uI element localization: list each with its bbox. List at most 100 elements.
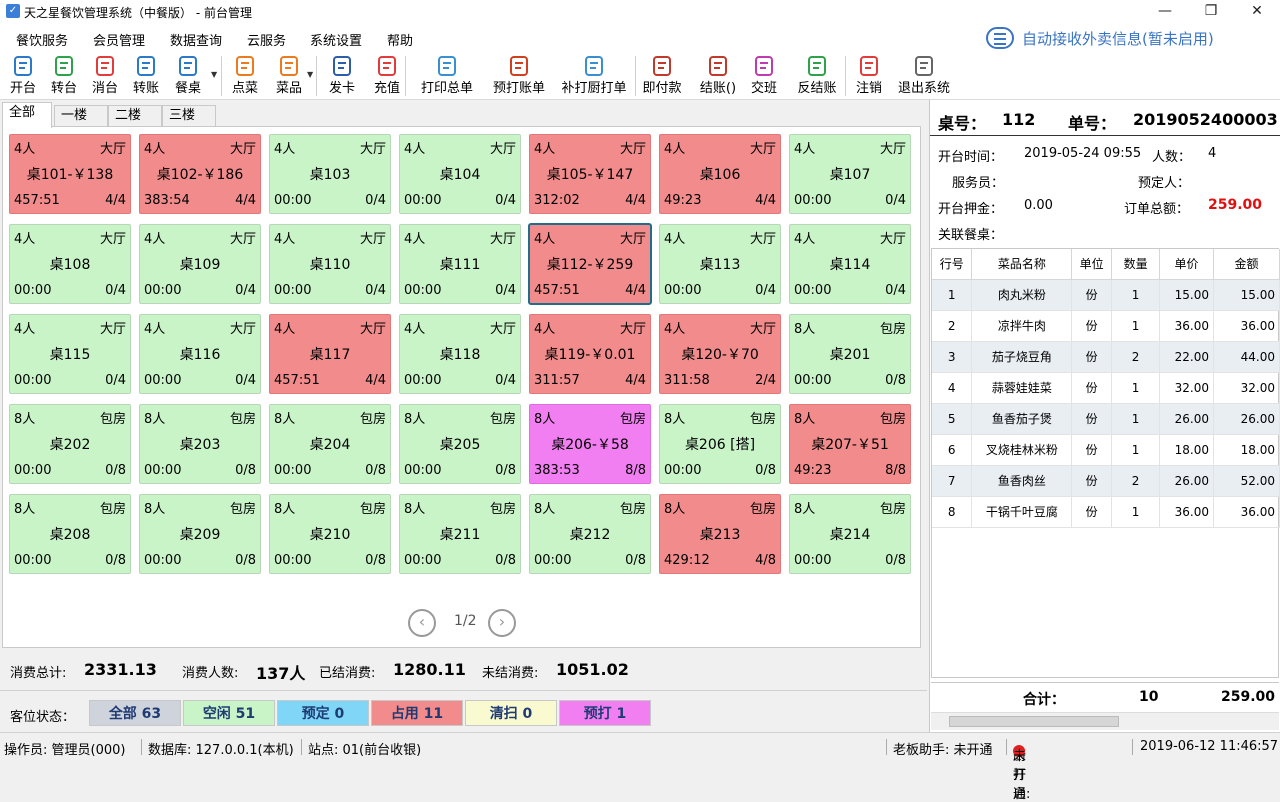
table-row[interactable]: 3 茄子烧豆角份 2 22.00 44.00 (932, 341, 1280, 373)
toolbar-button[interactable]: 餐桌 (168, 52, 208, 100)
horizontal-scrollbar[interactable] (931, 712, 1279, 730)
toolbar-button[interactable]: 注销 (850, 52, 888, 100)
table-card[interactable]: 4人 大厅 桌115 00:00 0/4 (9, 314, 131, 394)
menu-member[interactable]: 会员管理 (93, 30, 145, 49)
close-icon[interactable]: ✕ (1234, 0, 1280, 24)
table-card[interactable]: 4人 大厅 桌110 00:00 0/4 (269, 224, 391, 304)
toolbar-button[interactable]: 点菜 (226, 52, 264, 100)
tab-floor-1[interactable]: 一楼 (54, 105, 108, 127)
table-card[interactable]: 8人 包房 桌204 00:00 0/8 (269, 404, 391, 484)
status-filter-chip[interactable]: 清扫 0 (465, 700, 557, 726)
menu-help[interactable]: 帮助 (387, 30, 413, 49)
auto-receive-takeout[interactable]: 自动接收外卖信息(暂未启用) (986, 27, 1214, 49)
table-card[interactable]: 4人 大厅 桌111 00:00 0/4 (399, 224, 521, 304)
toolbar-button[interactable]: 开台 (4, 52, 42, 100)
table-occupancy: 4/8 (755, 553, 776, 568)
tab-floor-3[interactable]: 三楼 (162, 105, 216, 127)
table-card[interactable]: 4人 大厅 桌108 00:00 0/4 (9, 224, 131, 304)
table-card[interactable]: 4人 大厅 桌104 00:00 0/4 (399, 134, 521, 214)
toolbar-button[interactable]: 打印总单 (412, 52, 482, 100)
column-header[interactable]: 单位 (1071, 249, 1113, 280)
toolbar-button[interactable]: 退出系统 (889, 52, 959, 100)
column-header[interactable]: 金额 (1213, 249, 1280, 280)
toolbar-button[interactable]: 交班 (743, 52, 785, 100)
table-occupancy: 4/4 (235, 193, 256, 208)
scrollbar-thumb[interactable] (949, 716, 1119, 727)
next-page-icon[interactable]: › (488, 609, 516, 637)
table-occupancy: 4/4 (105, 193, 126, 208)
status-filter-chip[interactable]: 预打 1 (559, 700, 651, 726)
table-card[interactable]: 4人 大厅 桌103 00:00 0/4 (269, 134, 391, 214)
table-card[interactable]: 4人 大厅 桌107 00:00 0/4 (789, 134, 911, 214)
table-row[interactable]: 8 干锅千叶豆腐份 1 36.00 36.00 (932, 496, 1280, 528)
table-card[interactable]: 8人 包房 桌203 00:00 0/8 (139, 404, 261, 484)
table-card[interactable]: 8人 包房 桌210 00:00 0/8 (269, 494, 391, 574)
column-header[interactable]: 行号 (932, 249, 973, 280)
toolbar-button[interactable]: 转台 (45, 52, 83, 100)
toolbar-button[interactable]: 发卡 (322, 52, 362, 100)
toolbar-button[interactable]: 充值 (365, 52, 409, 100)
tables-dropdown-icon[interactable]: ▼ (211, 70, 217, 79)
table-row[interactable]: 2 凉拌牛肉份 1 36.00 36.00 (932, 310, 1280, 342)
table-cell: 蒜蓉娃娃菜 (971, 372, 1073, 404)
tab-floor-2[interactable]: 二楼 (108, 105, 162, 127)
table-occupancy: 4/4 (625, 283, 646, 298)
column-header[interactable]: 单价 (1159, 249, 1215, 280)
table-card[interactable]: 4人 大厅 桌120-￥70 311:58 2/4 (659, 314, 781, 394)
table-card[interactable]: 4人 大厅 桌102-￥186 383:54 4/4 (139, 134, 261, 214)
toolbar-button[interactable]: 反结账 (788, 52, 846, 100)
table-card[interactable]: 4人 大厅 桌119-￥0.01 311:57 4/4 (529, 314, 651, 394)
table-row[interactable]: 4 蒜蓉娃娃菜份 1 32.00 32.00 (932, 372, 1280, 404)
table-row[interactable]: 5 鱼香茄子煲份 1 26.00 26.00 (932, 403, 1280, 435)
table-card[interactable]: 8人 包房 桌208 00:00 0/8 (9, 494, 131, 574)
status-filter-chip[interactable]: 全部 63 (89, 700, 181, 726)
toolbar-button[interactable]: 结账() (694, 52, 742, 100)
toolbar-button[interactable]: 即付款 (635, 52, 689, 100)
minimize-icon[interactable]: — (1142, 0, 1188, 24)
toolbar-button[interactable]: 补打厨打单 (555, 52, 633, 100)
toolbar-button[interactable]: 消台 (86, 52, 124, 100)
restore-icon[interactable]: ❐ (1188, 0, 1234, 24)
table-card[interactable]: 4人 大厅 桌116 00:00 0/4 (139, 314, 261, 394)
table-card[interactable]: 8人 包房 桌206 [搭] 00:00 0/8 (659, 404, 781, 484)
table-card[interactable]: 8人 包房 桌209 00:00 0/8 (139, 494, 261, 574)
table-card[interactable]: 8人 包房 桌206-￥58 383:53 8/8 (529, 404, 651, 484)
table-card[interactable]: 4人 大厅 桌109 00:00 0/4 (139, 224, 261, 304)
status-filter-chip[interactable]: 空闲 51 (183, 700, 275, 726)
menu-system-settings[interactable]: 系统设置 (310, 30, 362, 49)
table-card[interactable]: 8人 包房 桌201 00:00 0/8 (789, 314, 911, 394)
status-filter-chip[interactable]: 预定 0 (277, 700, 369, 726)
menu-cloud-service[interactable]: 云服务 (247, 30, 286, 49)
table-card[interactable]: 8人 包房 桌214 00:00 0/8 (789, 494, 911, 574)
column-header[interactable]: 菜品名称 (971, 249, 1073, 280)
table-card[interactable]: 4人 大厅 桌101-￥138 457:51 4/4 (9, 134, 131, 214)
table-card[interactable]: 4人 大厅 桌113 00:00 0/4 (659, 224, 781, 304)
table-card[interactable]: 4人 大厅 桌112-￥259 457:51 4/4 (528, 223, 652, 305)
table-card[interactable]: 4人 大厅 桌117 457:51 4/4 (269, 314, 391, 394)
table-row[interactable]: 1 肉丸米粉份 1 15.00 15.00 (932, 279, 1280, 311)
toolbar-button[interactable]: 预打账单 (485, 52, 553, 100)
dishes-dropdown-icon[interactable]: ▼ (307, 70, 313, 79)
menu-data-query[interactable]: 数据查询 (170, 30, 222, 49)
table-card[interactable]: 4人 大厅 桌118 00:00 0/4 (399, 314, 521, 394)
tab-all[interactable]: 全部 (2, 102, 52, 128)
table-card[interactable]: 4人 大厅 桌105-￥147 312:02 4/4 (529, 134, 651, 214)
table-card[interactable]: 4人 大厅 桌114 00:00 0/4 (789, 224, 911, 304)
table-row[interactable]: 7 鱼香肉丝份 2 26.00 52.00 (932, 465, 1280, 497)
table-card[interactable]: 8人 包房 桌212 00:00 0/8 (529, 494, 651, 574)
table-row[interactable]: 6 叉烧桂林米粉份 1 18.00 18.00 (932, 434, 1280, 466)
toolbar-button[interactable]: 转账 (127, 52, 165, 100)
menu-dining-service[interactable]: 餐饮服务 (16, 30, 68, 49)
prev-page-icon[interactable]: ‹ (408, 609, 436, 637)
table-card[interactable]: 8人 包房 桌207-￥51 49:23 8/8 (789, 404, 911, 484)
column-header[interactable]: 数量 (1111, 249, 1161, 280)
table-card[interactable]: 8人 包房 桌213 429:12 4/8 (659, 494, 781, 574)
status-filter-chip[interactable]: 占用 11 (371, 700, 463, 726)
table-card[interactable]: 8人 包房 桌202 00:00 0/8 (9, 404, 131, 484)
table-card[interactable]: 4人 大厅 桌106 49:23 4/4 (659, 134, 781, 214)
table-card[interactable]: 8人 包房 桌205 00:00 0/8 (399, 404, 521, 484)
table-card[interactable]: 8人 包房 桌211 00:00 0/8 (399, 494, 521, 574)
table-capacity: 8人 (144, 502, 166, 517)
table-name: 桌103 (309, 167, 351, 183)
toolbar-button[interactable]: 菜品 (267, 52, 311, 100)
